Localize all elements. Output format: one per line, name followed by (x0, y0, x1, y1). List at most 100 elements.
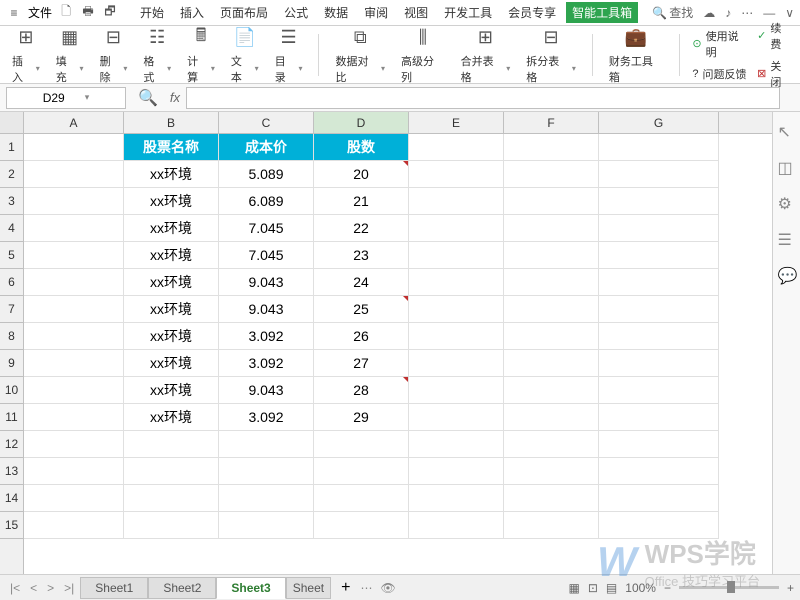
cell-A7[interactable] (24, 296, 124, 323)
cells-area[interactable]: 股票名称成本价股数xx环境5.08920xx环境6.08921xx环境7.045… (24, 134, 772, 574)
cell-D4[interactable]: 22 (314, 215, 409, 242)
cell-G10[interactable] (599, 377, 719, 404)
cell-B6[interactable]: xx环境 (124, 269, 219, 296)
cell-G2[interactable] (599, 161, 719, 188)
cell-F13[interactable] (504, 458, 599, 485)
ribbon-format[interactable]: ☷ 格式▾ (139, 23, 175, 87)
cell-C10[interactable]: 9.043 (219, 377, 314, 404)
ribbon-continue[interactable]: ✓续费 (757, 20, 792, 52)
cell-E7[interactable] (409, 296, 504, 323)
row-header-13[interactable]: 13 (0, 458, 23, 485)
cell-G6[interactable] (599, 269, 719, 296)
cell-F12[interactable] (504, 431, 599, 458)
cell-B11[interactable]: xx环境 (124, 404, 219, 431)
cell-C9[interactable]: 3.092 (219, 350, 314, 377)
cell-C1[interactable]: 成本价 (219, 134, 314, 161)
cell-D12[interactable] (314, 431, 409, 458)
cell-C3[interactable]: 6.089 (219, 188, 314, 215)
cell-C5[interactable]: 7.045 (219, 242, 314, 269)
cell-A2[interactable] (24, 161, 124, 188)
ribbon-split-col[interactable]: ⫼ 高级分列 (397, 23, 449, 87)
col-header-D[interactable]: D (314, 112, 409, 133)
cell-E11[interactable] (409, 404, 504, 431)
cell-D3[interactable]: 21 (314, 188, 409, 215)
menu-tab-7[interactable]: 开发工具 (438, 2, 498, 23)
ribbon-close[interactable]: ⊠关闭 (757, 58, 792, 90)
tab-nav-last[interactable]: >| (60, 581, 78, 595)
cell-G13[interactable] (599, 458, 719, 485)
cell-D11[interactable]: 29 (314, 404, 409, 431)
row-header-7[interactable]: 7 (0, 296, 23, 323)
cell-E2[interactable] (409, 161, 504, 188)
cell-G14[interactable] (599, 485, 719, 512)
cell-D14[interactable] (314, 485, 409, 512)
cell-B1[interactable]: 股票名称 (124, 134, 219, 161)
menu-tab-3[interactable]: 公式 (278, 2, 314, 23)
cell-F10[interactable] (504, 377, 599, 404)
row-header-9[interactable]: 9 (0, 350, 23, 377)
row-header-2[interactable]: 2 (0, 161, 23, 188)
row-header-14[interactable]: 14 (0, 485, 23, 512)
cell-D5[interactable]: 23 (314, 242, 409, 269)
cancel-icon[interactable]: 🔍 (138, 88, 158, 108)
zoom-out-button[interactable]: − (664, 581, 671, 595)
zoom-in-button[interactable]: + (787, 581, 794, 595)
cell-G1[interactable] (599, 134, 719, 161)
zoom-value[interactable]: 100% (625, 581, 656, 595)
cell-E5[interactable] (409, 242, 504, 269)
formula-input[interactable] (186, 87, 780, 109)
cell-C14[interactable] (219, 485, 314, 512)
app-menu-icon[interactable]: ≡ (6, 5, 22, 21)
cell-E10[interactable] (409, 377, 504, 404)
cell-G5[interactable] (599, 242, 719, 269)
sheet-tab-0[interactable]: Sheet1 (80, 577, 148, 599)
cell-B15[interactable] (124, 512, 219, 539)
cell-E8[interactable] (409, 323, 504, 350)
row-header-15[interactable]: 15 (0, 512, 23, 539)
cell-B13[interactable] (124, 458, 219, 485)
ribbon-feedback[interactable]: ?问题反馈 (692, 66, 749, 82)
cursor-icon[interactable]: ↖ (778, 122, 796, 140)
cell-A5[interactable] (24, 242, 124, 269)
cell-G7[interactable] (599, 296, 719, 323)
cell-F14[interactable] (504, 485, 599, 512)
cell-C12[interactable] (219, 431, 314, 458)
ribbon-delete[interactable]: ⊟ 删除▾ (96, 23, 132, 87)
sheet-tab-2[interactable]: Sheet3 (216, 577, 285, 599)
cell-C7[interactable]: 9.043 (219, 296, 314, 323)
row-header-11[interactable]: 11 (0, 404, 23, 431)
cell-E4[interactable] (409, 215, 504, 242)
ribbon-split-table[interactable]: ⊟ 拆分表格▾ (522, 23, 580, 87)
cell-G9[interactable] (599, 350, 719, 377)
cell-C6[interactable]: 9.043 (219, 269, 314, 296)
cell-E13[interactable] (409, 458, 504, 485)
cell-D8[interactable]: 26 (314, 323, 409, 350)
cell-F7[interactable] (504, 296, 599, 323)
cell-F1[interactable] (504, 134, 599, 161)
cell-A10[interactable] (24, 377, 124, 404)
cell-A9[interactable] (24, 350, 124, 377)
col-header-E[interactable]: E (409, 112, 504, 133)
properties-icon[interactable]: ☰ (778, 230, 796, 248)
cell-D7[interactable]: 25 (314, 296, 409, 323)
cell-D9[interactable]: 27 (314, 350, 409, 377)
cell-E14[interactable] (409, 485, 504, 512)
sheet-tab-1[interactable]: Sheet2 (148, 577, 216, 599)
cell-F4[interactable] (504, 215, 599, 242)
row-header-1[interactable]: 1 (0, 134, 23, 161)
cell-E6[interactable] (409, 269, 504, 296)
cloud-icon[interactable]: ☁ (703, 6, 715, 20)
name-box[interactable]: D29▾ (6, 87, 126, 109)
tab-nav-next[interactable]: > (43, 581, 58, 595)
col-header-B[interactable]: B (124, 112, 219, 133)
fx-label[interactable]: fx (170, 90, 180, 105)
cell-F15[interactable] (504, 512, 599, 539)
row-header-12[interactable]: 12 (0, 431, 23, 458)
ribbon-help[interactable]: ⊙使用说明 (692, 28, 749, 60)
col-header-G[interactable]: G (599, 112, 719, 133)
cell-B4[interactable]: xx环境 (124, 215, 219, 242)
search-box[interactable]: 🔍 查找 (652, 4, 693, 21)
cell-D15[interactable] (314, 512, 409, 539)
cell-A13[interactable] (24, 458, 124, 485)
cell-B9[interactable]: xx环境 (124, 350, 219, 377)
